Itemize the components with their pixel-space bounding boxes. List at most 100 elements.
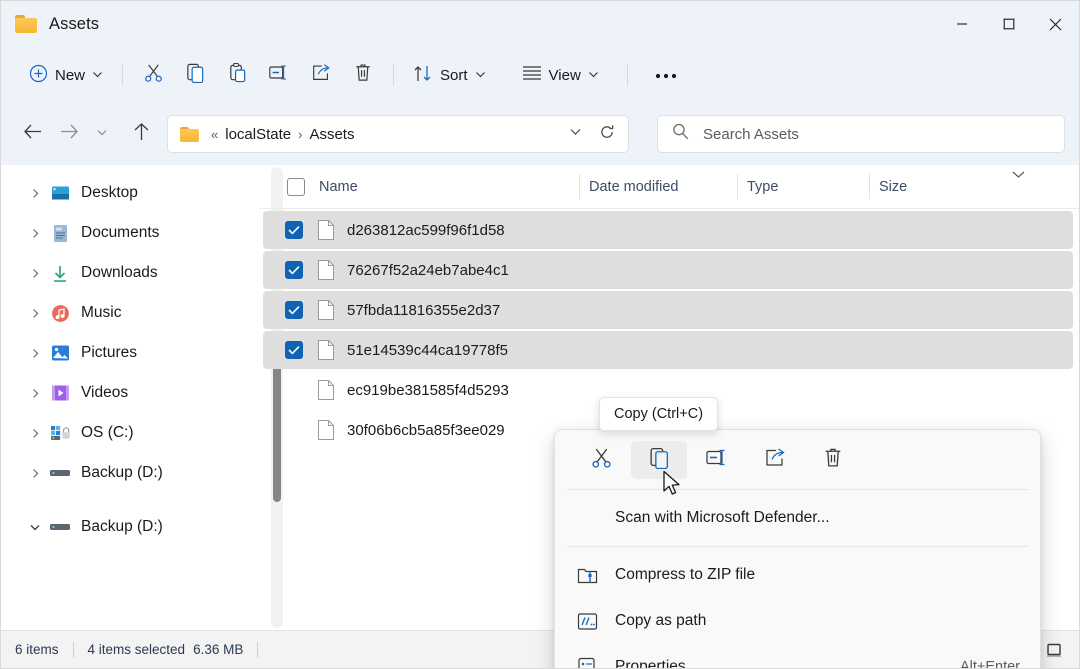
file-icon xyxy=(317,339,335,361)
select-all-checkbox[interactable] xyxy=(287,178,305,196)
more-button[interactable] xyxy=(645,57,687,93)
address-dropdown-button[interactable] xyxy=(560,119,590,149)
close-button[interactable] xyxy=(1032,1,1079,47)
command-bar: New xyxy=(1,47,1079,103)
sidebar-item-videos[interactable]: Videos xyxy=(7,373,253,413)
context-item-label: Compress to ZIP file xyxy=(607,566,1020,584)
context-menu-separator xyxy=(567,489,1028,490)
forward-arrow-icon xyxy=(59,123,79,145)
content-area: Desktop Documents Downloads xyxy=(1,165,1079,630)
back-button[interactable] xyxy=(15,117,51,151)
chevron-right-icon[interactable] xyxy=(21,188,49,199)
table-row[interactable]: 51e14539c44ca19778f5 xyxy=(263,331,1073,369)
chevron-right-icon[interactable] xyxy=(21,348,49,359)
row-checkbox[interactable] xyxy=(285,261,303,279)
sidebar-item-documents[interactable]: Documents xyxy=(7,213,253,253)
address-bar[interactable]: « localState › Assets xyxy=(167,115,629,153)
search-box[interactable]: Search Assets xyxy=(657,115,1065,153)
plus-circle-icon xyxy=(29,64,48,87)
sidebar-item-downloads[interactable]: Downloads xyxy=(7,253,253,293)
large-icons-view-button[interactable] xyxy=(1039,637,1069,663)
file-name: 76267f52a24eb7abe4c1 xyxy=(347,262,509,279)
toolbar-divider-2 xyxy=(393,64,394,86)
column-header-size[interactable]: Size xyxy=(869,165,999,208)
context-share-button[interactable] xyxy=(747,441,803,479)
sidebar-item-os-c[interactable]: OS (C:) xyxy=(7,413,253,453)
breadcrumb-item-localstate[interactable]: localState xyxy=(220,124,296,145)
chevron-right-icon[interactable] xyxy=(21,228,49,239)
chevron-right-icon[interactable] xyxy=(21,308,49,319)
title-bar: Assets xyxy=(1,1,1079,47)
file-name: 30f06b6cb5a85f3ee029 xyxy=(347,422,505,439)
chevron-right-icon[interactable] xyxy=(21,388,49,399)
column-header-type[interactable]: Type xyxy=(737,165,869,208)
delete-button[interactable] xyxy=(342,57,384,93)
view-button-label: View xyxy=(549,67,581,84)
music-icon xyxy=(49,304,71,323)
sidebar-item-label: Downloads xyxy=(81,264,158,282)
row-checkbox[interactable] xyxy=(285,301,303,319)
context-rename-button[interactable] xyxy=(689,441,745,479)
chevron-right-icon[interactable] xyxy=(21,468,49,479)
copy-button[interactable] xyxy=(174,57,216,93)
view-button[interactable]: View xyxy=(512,57,609,93)
window-controls xyxy=(938,1,1079,47)
context-item-compress-zip[interactable]: Compress to ZIP file xyxy=(559,552,1036,598)
up-button[interactable] xyxy=(123,117,159,151)
sidebar-item-pictures[interactable]: Pictures xyxy=(7,333,253,373)
sort-indicator-icon xyxy=(1011,167,1026,183)
context-delete-button[interactable] xyxy=(805,441,861,479)
row-checkbox[interactable] xyxy=(285,341,303,359)
context-item-copy-as-path[interactable]: Copy as path xyxy=(559,598,1036,644)
row-checkbox[interactable] xyxy=(285,421,303,439)
cut-button[interactable] xyxy=(132,57,174,93)
paste-button[interactable] xyxy=(216,57,258,93)
row-checkbox[interactable] xyxy=(285,221,303,239)
rename-button[interactable] xyxy=(258,57,300,93)
sidebar-item-music[interactable]: Music xyxy=(7,293,253,333)
navigation-pane: Desktop Documents Downloads xyxy=(1,165,259,630)
breadcrumb-overflow[interactable]: « xyxy=(209,127,220,142)
rename-icon xyxy=(705,446,729,474)
copy-tooltip: Copy (Ctrl+C) xyxy=(599,397,718,431)
column-header-date-modified[interactable]: Date modified xyxy=(579,165,737,208)
column-header-name[interactable]: Name xyxy=(259,165,579,208)
context-item-scan-defender[interactable]: Scan with Microsoft Defender... xyxy=(559,495,1036,541)
table-row[interactable]: 57fbda11816355e2d37 xyxy=(263,291,1073,329)
breadcrumb-item-assets[interactable]: Assets xyxy=(304,124,359,145)
chevron-right-icon[interactable] xyxy=(21,428,49,439)
sidebar-item-backup-d[interactable]: Backup (D:) xyxy=(7,453,253,493)
new-button[interactable]: New xyxy=(19,57,113,93)
chevron-down-icon xyxy=(475,67,486,84)
context-cut-button[interactable] xyxy=(573,441,629,479)
share-icon xyxy=(763,446,787,474)
copy-icon xyxy=(185,62,206,88)
maximize-button[interactable] xyxy=(985,1,1032,47)
sidebar-item-label: Backup (D:) xyxy=(81,518,163,536)
search-input[interactable]: Search Assets xyxy=(703,126,799,143)
chevron-down-icon[interactable] xyxy=(21,521,49,533)
file-name: 51e14539c44ca19778f5 xyxy=(347,342,508,359)
sidebar-item-label: OS (C:) xyxy=(81,424,134,442)
forward-button[interactable] xyxy=(51,117,87,151)
trash-icon xyxy=(353,62,373,88)
share-button[interactable] xyxy=(300,57,342,93)
chevron-right-icon[interactable] xyxy=(21,268,49,279)
sidebar-item-backup-d-expanded[interactable]: Backup (D:) xyxy=(7,507,253,547)
table-row[interactable]: d263812ac599f96f1d58 xyxy=(263,211,1073,249)
minimize-button[interactable] xyxy=(938,1,985,47)
sort-button[interactable]: Sort xyxy=(403,57,496,93)
sidebar-item-desktop[interactable]: Desktop xyxy=(7,173,253,213)
properties-icon xyxy=(577,657,607,669)
column-label: Size xyxy=(879,179,907,195)
table-row[interactable]: 76267f52a24eb7abe4c1 xyxy=(263,251,1073,289)
scissors-icon xyxy=(590,446,613,474)
videos-icon xyxy=(49,384,71,402)
context-item-properties[interactable]: Properties Alt+Enter xyxy=(559,644,1036,669)
column-label: Date modified xyxy=(589,179,678,195)
refresh-button[interactable] xyxy=(592,119,622,149)
recent-locations-button[interactable] xyxy=(87,117,117,151)
file-icon xyxy=(317,259,335,281)
row-checkbox[interactable] xyxy=(285,381,303,399)
zip-icon xyxy=(577,565,607,585)
